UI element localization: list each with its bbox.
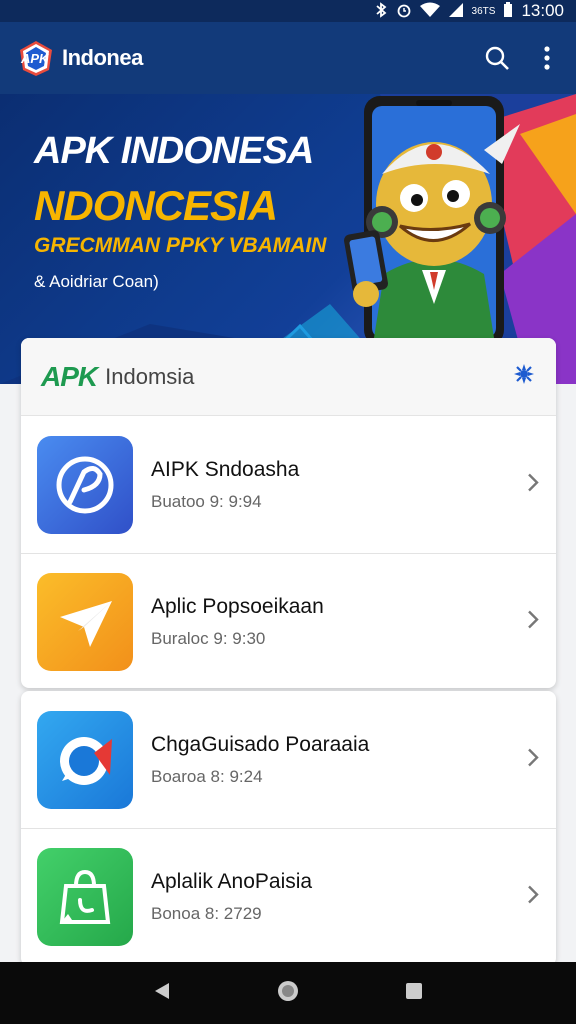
app-subtitle: Buraloc 9: 9:30: [151, 629, 266, 648]
status-time: 13:00: [521, 1, 564, 20]
phone-mascot-illustration: [344, 96, 520, 346]
app-title: ChgaGuisado Poaraaia: [151, 732, 370, 756]
chat-bubble-icon: [37, 710, 133, 809]
app-title: Aplalik AnoPaisia: [151, 870, 313, 893]
app-logo[interactable]: APK: [16, 38, 56, 78]
app-title: Aplic Popsoeikaan: [151, 595, 324, 618]
chevron-right-icon: [526, 746, 540, 773]
card-header: APK Indomsia: [21, 338, 556, 416]
app-subtitle: Boaroa 8: 9:24: [151, 766, 263, 786]
bluetooth-icon: [374, 1, 388, 21]
system-nav-bar: [0, 962, 576, 1024]
network-type: 36TS: [471, 5, 496, 17]
app-title: Indonea: [62, 45, 143, 70]
battery-icon: [503, 1, 513, 21]
alarm-icon: [396, 2, 412, 21]
hero-title: APK INDONESA: [34, 130, 314, 172]
puzzle-icon[interactable]: [512, 362, 536, 391]
list-item[interactable]: ChgaGuisado Poaraaia Boaroa 8: 9:24: [21, 691, 556, 828]
paper-plane-icon: [37, 573, 133, 671]
chevron-right-icon: [526, 884, 540, 911]
chevron-right-icon: [526, 609, 540, 636]
signal-icon: [448, 2, 464, 21]
status-bar: 36TS 13:00: [0, 0, 576, 22]
card-subtitle: Indomsia: [105, 363, 195, 389]
list-item[interactable]: AIPK Sndoasha Buatoo 9: 9:94: [21, 416, 556, 553]
hero-subtitle: NDONCESIA: [34, 182, 278, 229]
card-brand: APK: [41, 360, 98, 392]
logo-text: APK: [21, 51, 49, 66]
hero-tagline: GRECMMAN PPKY VBAMAIN: [34, 234, 327, 257]
wifi-icon: [419, 2, 440, 21]
app-subtitle: Buatoo 9: 9:94: [151, 491, 262, 511]
home-icon[interactable]: [276, 979, 300, 1008]
more-vert-icon[interactable]: [544, 46, 550, 70]
recents-icon[interactable]: [404, 981, 424, 1006]
shopping-bag-icon: [37, 848, 133, 946]
back-icon[interactable]: [152, 981, 172, 1006]
search-icon[interactable]: [484, 45, 510, 71]
app-subtitle: Bonoa 8: 2729: [151, 904, 262, 923]
chevron-right-icon: [526, 471, 540, 498]
edit-circle-icon: [37, 435, 133, 534]
hero-caption: & Aoidriar Coan): [34, 272, 159, 291]
list-item[interactable]: Aplalik AnoPaisia Bonoa 8: 2729: [21, 828, 556, 965]
list-item[interactable]: Aplic Popsoeikaan Buraloc 9: 9:30: [21, 553, 556, 688]
app-title: AIPK Sndoasha: [151, 457, 300, 481]
app-list-card: APK Indomsia AIPK Sndoasha Buatoo 9: 9:9…: [21, 338, 556, 688]
app-list-card-2: ChgaGuisado Poaraaia Boaroa 8: 9:24 Apla…: [21, 691, 556, 966]
app-bar: APK Indonea: [0, 22, 576, 94]
